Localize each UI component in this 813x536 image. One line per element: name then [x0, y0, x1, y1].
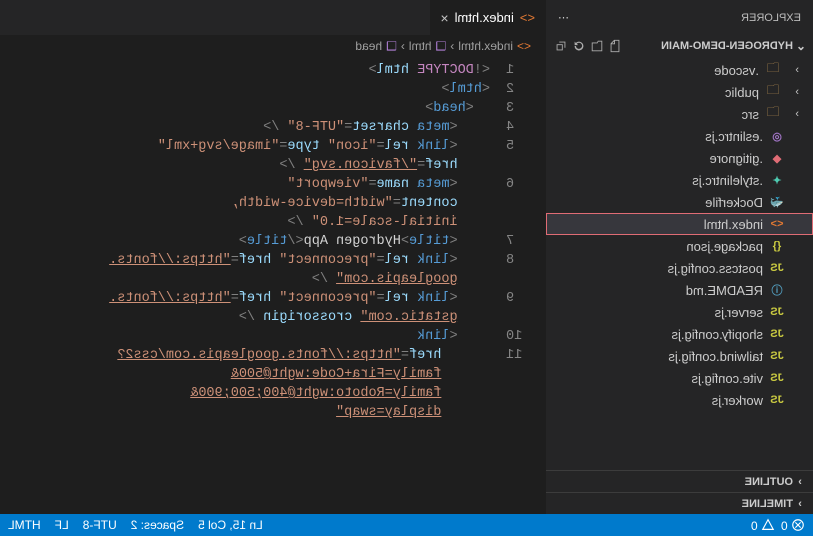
item-label: .eslintrc.js — [705, 129, 763, 144]
item-label: shopify.config.js — [671, 327, 763, 342]
cube-icon: ❑ — [386, 39, 397, 53]
item-label: src — [742, 107, 759, 122]
error-count[interactable]: 0 — [781, 518, 805, 533]
indent-setting[interactable]: Spaces: 2 — [131, 518, 184, 532]
explorer-title: EXPLORER — [569, 12, 801, 24]
file-icon: JS — [769, 394, 785, 406]
file-icon: JS — [769, 328, 785, 340]
file-item[interactable]: ◎ .eslintrc.js — [546, 125, 813, 147]
file-item[interactable]: 🐳 Dockerfile — [546, 191, 813, 213]
line-gutter: 1234567891011 — [490, 57, 545, 514]
item-label: .gitignore — [710, 151, 763, 166]
breadcrumb-file: index.html — [458, 39, 513, 53]
file-icon: ◆ — [769, 152, 785, 165]
breadcrumb-node: head — [355, 39, 382, 53]
project-root-row[interactable]: ⌄ HYDROGEN-DEMO-MAIN — [546, 35, 813, 57]
file-icon: ⓘ — [769, 282, 785, 298]
file-icon: JS — [769, 306, 785, 318]
file-item[interactable]: JS vite.config.js — [546, 367, 813, 389]
file-item[interactable]: ✦ .stylelintrc.js — [546, 169, 813, 191]
section-outline[interactable]: ›OUTLINE — [546, 470, 813, 492]
file-item[interactable]: ⓘ README.md — [546, 279, 813, 301]
sidebar-header: EXPLORER ⋯ — [546, 0, 813, 35]
file-item[interactable]: ◆ .gitignore — [546, 147, 813, 169]
code-lines: <!DOCTYPE html><html> <head> <meta chars… — [0, 57, 490, 514]
item-label: server.js — [715, 305, 763, 320]
item-label: README.md — [686, 283, 763, 298]
folder-icon: 🗀 — [765, 59, 781, 81]
more-icon[interactable]: ⋯ — [558, 11, 569, 24]
code-editor[interactable]: 1234567891011 <!DOCTYPE html><html> <hea… — [0, 57, 545, 514]
file-icon: ◎ — [769, 130, 785, 143]
section-label: TIMELINE — [742, 498, 793, 510]
chevron-right-icon: › — [787, 86, 799, 98]
encoding[interactable]: UTF-8 — [83, 518, 117, 532]
section-label: OUTLINE — [745, 476, 793, 488]
html-file-icon: <> — [517, 39, 531, 53]
html-file-icon: <> — [520, 10, 535, 25]
file-icon: <> — [769, 218, 785, 230]
file-tree: › 🗀 .vscode › 🗀 public › 🗀 src ◎ .eslintrc.js ◆ .git… — [546, 57, 813, 470]
language-mode[interactable]: HTML — [8, 518, 41, 532]
explorer-sidebar: EXPLORER ⋯ ⌄ HYDROGEN-DEMO-MAIN › — [545, 0, 813, 514]
folder-item[interactable]: › 🗀 src — [546, 103, 813, 125]
file-item[interactable]: JS postcss.config.js — [546, 257, 813, 279]
breadcrumb-node: html — [409, 39, 432, 53]
item-label: vite.config.js — [691, 371, 763, 386]
item-label: .vscode — [714, 63, 759, 78]
item-label: tailwind.config.js — [668, 349, 763, 364]
chevron-down-icon: ⌄ — [793, 39, 809, 53]
warning-count[interactable]: 0 — [751, 518, 775, 533]
file-icon: JS — [769, 350, 785, 362]
cube-icon: ❑ — [436, 39, 447, 53]
item-label: package.json — [686, 239, 763, 254]
item-label: .stylelintrc.js — [692, 173, 763, 188]
chevron-right-icon: › — [793, 476, 807, 488]
file-icon: 🐳 — [769, 196, 785, 209]
item-label: public — [725, 85, 759, 100]
chevron-right-icon: › — [793, 498, 807, 510]
folder-item[interactable]: › 🗀 .vscode — [546, 59, 813, 81]
section-timeline[interactable]: ›TIMELINE — [546, 492, 813, 514]
new-file-icon[interactable] — [608, 39, 622, 53]
breadcrumb[interactable]: <> index.html › ❑ html › ❑ head — [0, 35, 545, 57]
tab-label: index.html — [455, 10, 514, 25]
status-bar: 0 0 Ln 15, Col 5 Spaces: 2 UTF-8 LF HTML — [0, 514, 813, 536]
editor-area: <> index.html × <> index.html › ❑ html ›… — [0, 0, 545, 514]
new-folder-icon[interactable] — [590, 39, 604, 53]
refresh-icon[interactable] — [572, 39, 586, 53]
file-item[interactable]: JS worker.js — [546, 389, 813, 411]
file-icon: ✦ — [769, 174, 785, 187]
chevron-right-icon: › — [787, 64, 799, 76]
file-item[interactable]: JS shopify.config.js — [546, 323, 813, 345]
chevron-right-icon: › — [787, 108, 799, 120]
file-item[interactable]: {} package.json — [546, 235, 813, 257]
item-label: Dockerfile — [705, 195, 763, 210]
file-item[interactable]: <> index.html — [546, 213, 813, 235]
cursor-position[interactable]: Ln 15, Col 5 — [198, 518, 263, 532]
eol[interactable]: LF — [55, 518, 69, 532]
file-icon: JS — [769, 372, 785, 384]
file-icon: JS — [769, 262, 785, 274]
collapse-all-icon[interactable] — [554, 39, 568, 53]
folder-icon: 🗀 — [765, 103, 781, 125]
project-name: HYDROGEN-DEMO-MAIN — [622, 40, 793, 52]
editor-tabs: <> index.html × — [0, 0, 545, 35]
close-icon[interactable]: × — [440, 10, 448, 26]
file-icon: {} — [769, 240, 785, 252]
file-item[interactable]: JS tailwind.config.js — [546, 345, 813, 367]
file-item[interactable]: JS server.js — [546, 301, 813, 323]
folder-icon: 🗀 — [765, 81, 781, 103]
item-label: index.html — [704, 217, 763, 232]
tab-index-html[interactable]: <> index.html × — [429, 0, 545, 35]
folder-item[interactable]: › 🗀 public — [546, 81, 813, 103]
item-label: postcss.config.js — [668, 261, 763, 276]
item-label: worker.js — [712, 393, 763, 408]
